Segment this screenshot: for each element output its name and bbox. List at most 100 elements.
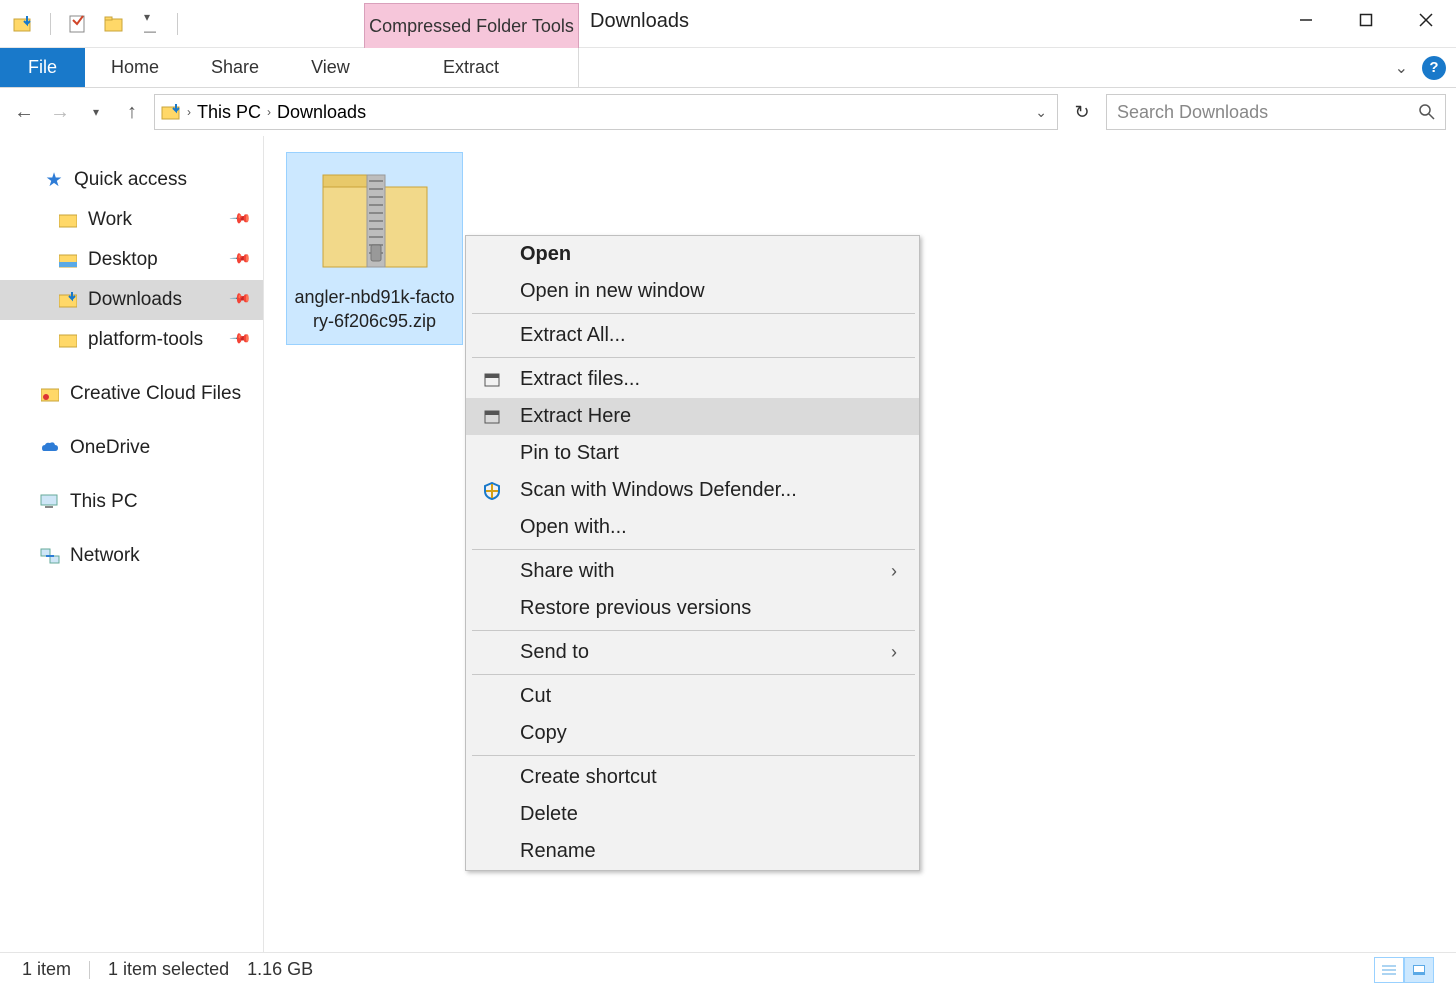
menu-delete[interactable]: Delete <box>466 796 919 833</box>
refresh-button[interactable]: ↻ <box>1066 94 1098 130</box>
menu-separator <box>472 630 915 631</box>
menu-pin-to-start[interactable]: Pin to Start <box>466 435 919 472</box>
sidebar-item-label: This PC <box>70 491 138 513</box>
tab-extract[interactable]: Extract <box>364 48 579 87</box>
ribbon-expand-icon[interactable]: ⌄ <box>1395 58 1408 78</box>
menu-send-to[interactable]: Send to › <box>466 634 919 671</box>
folder-down-icon[interactable] <box>12 13 34 35</box>
menu-cut[interactable]: Cut <box>466 678 919 715</box>
pin-icon: 📌 <box>228 246 252 270</box>
title-bar: ▾― Compressed Folder Tools Downloads <box>0 0 1456 48</box>
sidebar-item-platform-tools[interactable]: platform-tools 📌 <box>0 320 263 360</box>
folder-down-icon <box>161 103 181 121</box>
status-selected-size: 1.16 GB <box>247 959 313 980</box>
menu-share-with[interactable]: Share with › <box>466 553 919 590</box>
status-item-count: 1 item <box>22 959 71 980</box>
context-menu: Open Open in new window Extract All... E… <box>465 235 920 871</box>
sidebar-item-downloads[interactable]: Downloads 📌 <box>0 280 263 320</box>
file-name-label: angler-nbd91k-factory-6f206c95.zip <box>293 285 456 334</box>
address-bar[interactable]: › This PC › Downloads ⌄ <box>154 94 1058 130</box>
menu-extract-here[interactable]: Extract Here <box>466 398 919 435</box>
menu-scan-defender[interactable]: Scan with Windows Defender... <box>466 472 919 509</box>
chevron-right-icon[interactable]: › <box>267 105 271 119</box>
menu-open-with[interactable]: Open with... <box>466 509 919 546</box>
nav-forward-button[interactable]: → <box>46 98 74 126</box>
folder-icon <box>58 331 78 349</box>
file-item-zip[interactable]: angler-nbd91k-factory-6f206c95.zip <box>286 152 463 345</box>
minimize-button[interactable] <box>1276 0 1336 40</box>
chevron-right-icon: › <box>891 561 897 582</box>
quick-access-toolbar: ▾― <box>0 13 180 35</box>
sidebar-item-label: Work <box>88 209 132 231</box>
tab-view[interactable]: View <box>285 48 376 87</box>
nav-up-button[interactable]: ↑ <box>118 98 146 126</box>
shield-icon <box>482 481 502 501</box>
window-title: Downloads <box>590 10 689 33</box>
menu-separator <box>472 357 915 358</box>
menu-separator <box>472 549 915 550</box>
navigation-pane: ★ Quick access Work 📌 Desktop 📌 Download… <box>0 136 264 952</box>
contextual-tools-tab[interactable]: Compressed Folder Tools <box>364 3 579 48</box>
sidebar-item-creative-cloud[interactable]: Creative Cloud Files <box>0 374 263 414</box>
status-selected-count: 1 item selected <box>108 959 229 980</box>
cc-icon <box>40 385 60 403</box>
sidebar-item-work[interactable]: Work 📌 <box>0 200 263 240</box>
tab-share[interactable]: Share <box>185 48 285 87</box>
qat-dropdown-icon[interactable]: ▾― <box>139 13 161 35</box>
sidebar-item-network[interactable]: Network <box>0 536 263 576</box>
sidebar-item-desktop[interactable]: Desktop 📌 <box>0 240 263 280</box>
folder-icon <box>58 211 78 229</box>
sidebar-quick-access[interactable]: ★ Quick access <box>0 160 263 200</box>
new-folder-icon[interactable] <box>103 13 125 35</box>
menu-open-new-window[interactable]: Open in new window <box>466 273 919 310</box>
sidebar-item-label: Network <box>70 545 140 567</box>
tab-file[interactable]: File <box>0 48 85 87</box>
pin-icon: 📌 <box>228 326 252 350</box>
zip-file-icon <box>315 165 435 275</box>
menu-separator <box>472 755 915 756</box>
tab-home[interactable]: Home <box>85 48 185 87</box>
star-icon: ★ <box>44 171 64 189</box>
help-button[interactable]: ? <box>1422 56 1446 80</box>
pin-icon: 📌 <box>228 206 252 230</box>
status-bar: 1 item 1 item selected 1.16 GB <box>0 952 1456 986</box>
menu-restore-versions[interactable]: Restore previous versions <box>466 590 919 627</box>
archive-icon <box>482 407 502 427</box>
menu-extract-all[interactable]: Extract All... <box>466 317 919 354</box>
navigation-bar: ← → ▾ ↑ › This PC › Downloads ⌄ ↻ Search… <box>0 88 1456 136</box>
view-mode-toggles <box>1374 957 1434 983</box>
chevron-right-icon[interactable]: › <box>187 105 191 119</box>
close-button[interactable] <box>1396 0 1456 40</box>
separator <box>50 13 51 35</box>
sidebar-item-this-pc[interactable]: This PC <box>0 482 263 522</box>
address-dropdown-icon[interactable]: ⌄ <box>1035 104 1051 121</box>
nav-back-button[interactable]: ← <box>10 98 38 126</box>
properties-icon[interactable] <box>67 13 89 35</box>
view-details-button[interactable] <box>1374 957 1404 983</box>
search-input[interactable]: Search Downloads <box>1106 94 1446 130</box>
cloud-icon <box>40 439 60 457</box>
maximize-button[interactable] <box>1336 0 1396 40</box>
sidebar-item-label: Desktop <box>88 249 158 271</box>
sidebar-item-label: Quick access <box>74 169 187 191</box>
chevron-right-icon: › <box>891 642 897 663</box>
menu-rename[interactable]: Rename <box>466 833 919 870</box>
archive-icon <box>482 370 502 390</box>
menu-separator <box>472 313 915 314</box>
menu-create-shortcut[interactable]: Create shortcut <box>466 759 919 796</box>
pc-icon <box>40 493 60 511</box>
breadcrumb-segment[interactable]: Downloads <box>277 102 366 123</box>
sidebar-item-onedrive[interactable]: OneDrive <box>0 428 263 468</box>
menu-copy[interactable]: Copy <box>466 715 919 752</box>
separator <box>89 961 90 979</box>
menu-extract-files[interactable]: Extract files... <box>466 361 919 398</box>
sidebar-item-label: OneDrive <box>70 437 150 459</box>
menu-open[interactable]: Open <box>466 236 919 273</box>
network-icon <box>40 547 60 565</box>
breadcrumb-segment[interactable]: This PC <box>197 102 261 123</box>
view-icons-button[interactable] <box>1404 957 1434 983</box>
downloads-folder-icon <box>58 291 78 309</box>
pin-icon: 📌 <box>228 286 252 310</box>
search-icon[interactable] <box>1419 104 1435 120</box>
nav-history-dropdown[interactable]: ▾ <box>82 98 110 126</box>
